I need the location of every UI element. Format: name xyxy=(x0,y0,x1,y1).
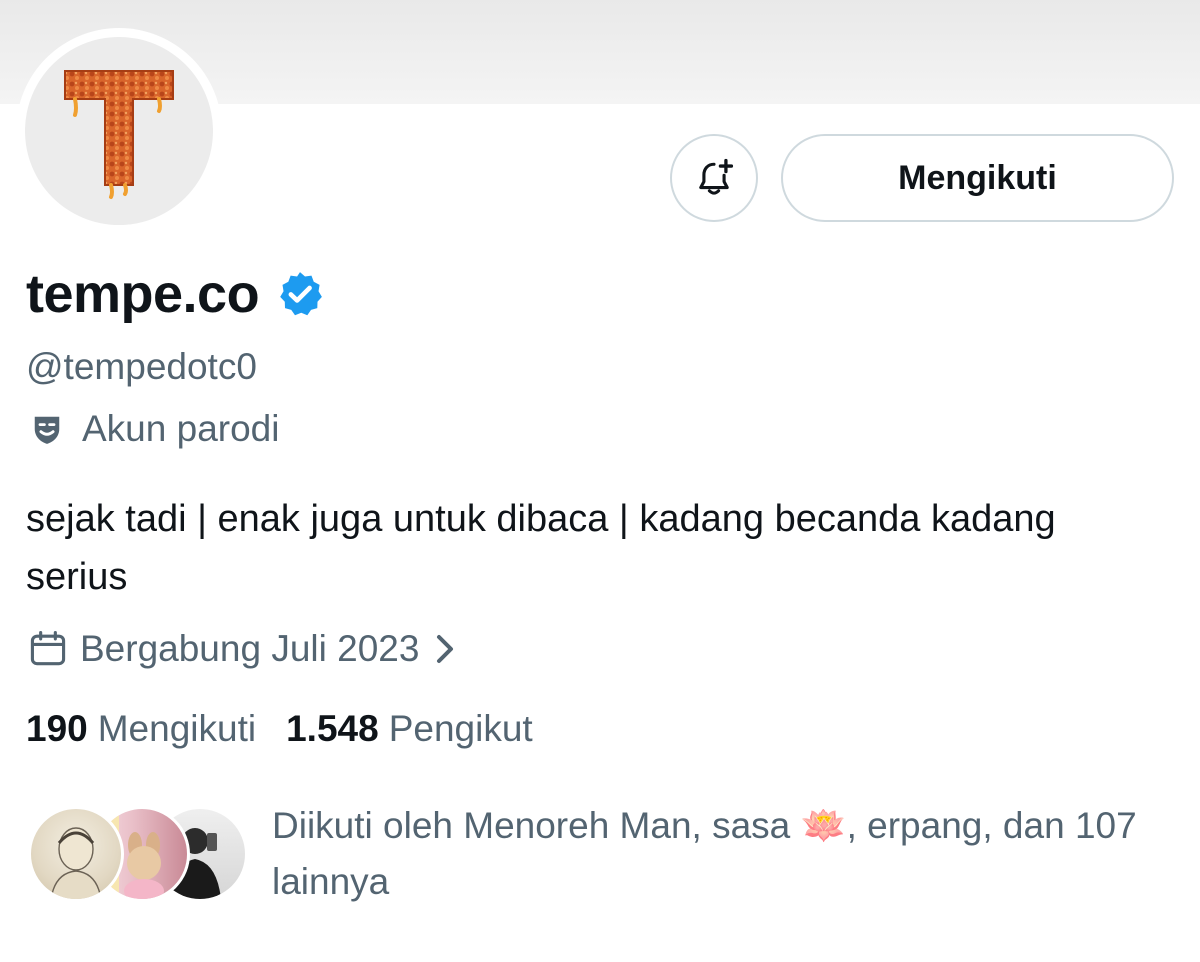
profile-avatar[interactable] xyxy=(16,28,222,234)
followers-stat[interactable]: 1.548 Pengikut xyxy=(286,706,533,752)
following-button[interactable]: Mengikuti xyxy=(781,134,1174,222)
following-count: 190 xyxy=(26,708,88,749)
calendar-icon xyxy=(26,627,70,671)
follow-stats: 190 Mengikuti 1.548 Pengikut xyxy=(26,706,533,752)
parody-mask-icon xyxy=(26,408,68,450)
parody-text: Akun parodi xyxy=(82,408,280,449)
profile-bio: sejak tadi | enak juga untuk dibaca | ka… xyxy=(26,498,1056,598)
followers-label: Pengikut xyxy=(388,708,533,749)
following-label: Mengikuti xyxy=(97,708,257,749)
followed-by-text[interactable]: Diikuti oleh Menoreh Man, sasa 🪷, erpang… xyxy=(272,798,1172,910)
avatar-image xyxy=(25,37,213,225)
parody-label: Akun parodi xyxy=(26,406,279,452)
verified-badge-icon[interactable] xyxy=(275,269,325,319)
following-stat[interactable]: 190 Mengikuti xyxy=(26,706,256,752)
display-name: tempe.co xyxy=(26,264,260,324)
user-handle: @tempedotc0 xyxy=(26,346,257,387)
join-date[interactable]: Bergabung Juli 2023 xyxy=(26,626,457,672)
name-row: tempe.co xyxy=(26,262,325,326)
bell-plus-icon xyxy=(699,158,734,195)
avatar xyxy=(28,806,124,902)
followers-count: 1.548 xyxy=(286,708,379,749)
chevron-right-icon xyxy=(433,631,457,667)
tempe-logo-icon xyxy=(64,70,174,199)
followed-by-avatars[interactable] xyxy=(28,806,248,902)
notifications-button[interactable] xyxy=(670,134,758,222)
join-date-text: Bergabung Juli 2023 xyxy=(80,628,420,669)
